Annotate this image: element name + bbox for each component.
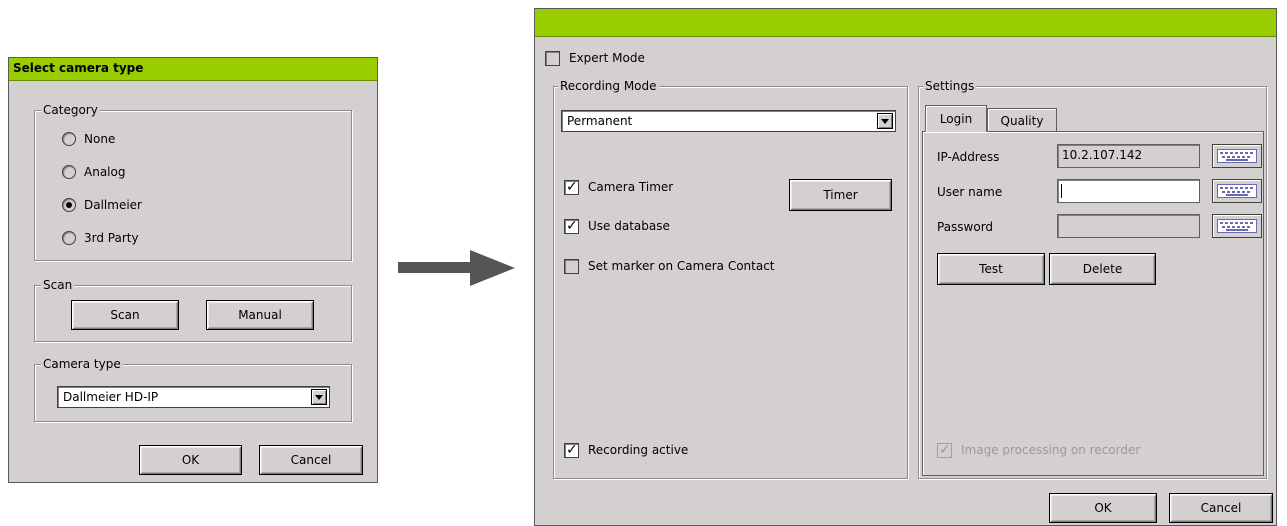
keyboard-icon[interactable]	[1212, 144, 1262, 168]
ip-address-field[interactable]: 10.2.107.142	[1057, 144, 1200, 168]
checkmark-icon: ✓	[566, 218, 578, 234]
checkmark-icon: ✓	[566, 442, 578, 458]
chevron-down-icon[interactable]	[877, 113, 893, 129]
dialog-title: Select camera type	[13, 61, 144, 75]
text-cursor	[1061, 184, 1062, 198]
recording-active-label: Recording active	[588, 443, 689, 457]
category-group: Category	[34, 102, 352, 261]
set-marker-label: Set marker on Camera Contact	[588, 259, 775, 273]
radio-3rd-party[interactable]	[62, 231, 76, 245]
right-arrow-icon	[398, 250, 515, 286]
radio-none[interactable]	[62, 132, 76, 146]
use-database-label: Use database	[588, 219, 670, 233]
recording-mode-group: Recording Mode	[553, 78, 908, 479]
category-group-label: Category	[41, 102, 100, 118]
keyboard-icon[interactable]	[1212, 179, 1262, 203]
test-button[interactable]: Test	[937, 253, 1045, 285]
camera-timer-label: Camera Timer	[588, 180, 674, 194]
tab-login[interactable]: Login	[925, 105, 987, 132]
password-label: Password	[937, 220, 994, 234]
ok-button[interactable]: OK	[1049, 493, 1157, 523]
dialog-title-bar	[535, 9, 1276, 37]
radio-none-label: None	[84, 132, 116, 146]
use-database-checkbox[interactable]: ✓	[564, 218, 579, 234]
set-marker-checkbox[interactable]	[564, 259, 579, 274]
camera-settings-dialog: Expert Mode Recording Mode Permanent ✓ C…	[534, 8, 1277, 526]
ip-address-label: IP-Address	[937, 150, 1000, 164]
recording-mode-selected: Permanent	[567, 114, 633, 128]
recording-mode-group-label: Recording Mode	[558, 78, 659, 94]
ok-button[interactable]: OK	[139, 445, 242, 475]
camera-type-select[interactable]: Dallmeier HD-IP	[57, 386, 330, 408]
radio-dallmeier-label: Dallmeier	[84, 198, 142, 212]
chevron-down-icon[interactable]	[311, 389, 327, 405]
password-field[interactable]	[1057, 214, 1200, 238]
user-name-label: User name	[937, 185, 1003, 199]
scan-button[interactable]: Scan	[71, 300, 179, 330]
radio-analog[interactable]	[62, 165, 76, 179]
scan-group-label: Scan	[41, 277, 75, 293]
expert-mode-label: Expert Mode	[569, 51, 645, 65]
checkmark-icon: ✓	[939, 442, 951, 458]
radio-dallmeier[interactable]	[62, 198, 76, 212]
cancel-button[interactable]: Cancel	[1169, 493, 1273, 523]
image-processing-label: Image processing on recorder	[961, 443, 1141, 457]
radio-analog-label: Analog	[84, 165, 126, 179]
user-name-field[interactable]	[1057, 179, 1200, 203]
recording-active-checkbox[interactable]: ✓	[564, 442, 579, 458]
tab-quality[interactable]: Quality	[987, 108, 1057, 132]
manual-button[interactable]: Manual	[206, 300, 314, 330]
expert-mode-checkbox[interactable]	[545, 51, 560, 66]
recording-mode-select[interactable]: Permanent	[561, 110, 896, 132]
settings-group-label: Settings	[923, 78, 977, 94]
select-camera-type-dialog: Select camera type Category None Analog …	[8, 57, 378, 483]
camera-type-selected: Dallmeier HD-IP	[63, 390, 159, 404]
dialog-title-bar: Select camera type	[9, 58, 377, 81]
keyboard-icon[interactable]	[1212, 214, 1262, 238]
radio-3rd-party-label: 3rd Party	[84, 231, 139, 245]
delete-button[interactable]: Delete	[1049, 253, 1156, 285]
checkmark-icon: ✓	[566, 179, 578, 195]
image-processing-checkbox[interactable]: ✓	[937, 442, 952, 458]
camera-type-group-label: Camera type	[41, 356, 123, 372]
camera-timer-checkbox[interactable]: ✓	[564, 179, 579, 195]
timer-button[interactable]: Timer	[789, 179, 892, 211]
cancel-button[interactable]: Cancel	[259, 445, 363, 475]
